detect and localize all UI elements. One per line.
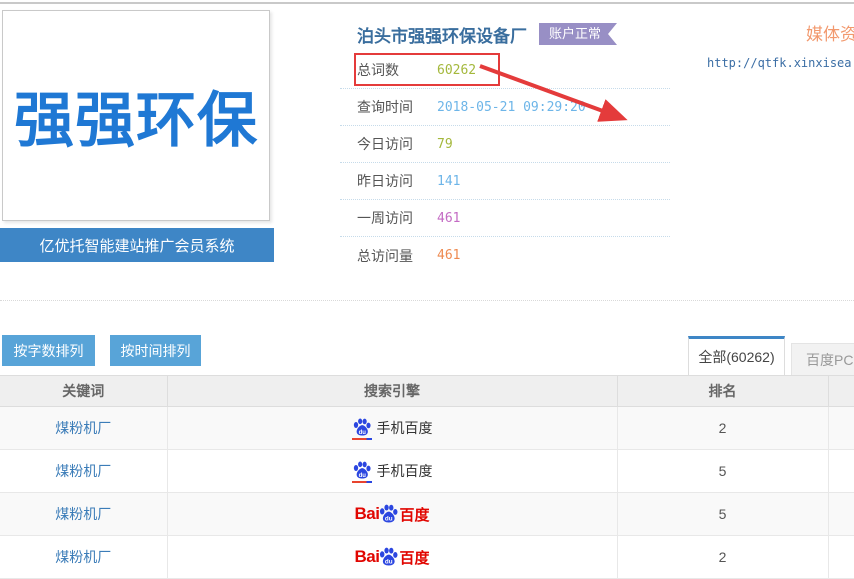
account-stats: 总词数60262查询时间2018-05-21 09:29:20今日访问79昨日访… <box>340 52 670 274</box>
engine-tabs: 全部(60262)百度PC(30 <box>688 336 854 375</box>
stat-value: 2018-05-21 09:29:20 <box>437 100 586 115</box>
account-status-badge: 账户正常 <box>539 23 617 45</box>
stat-row-4: 一周访问461 <box>340 200 670 237</box>
system-banner: 亿优托智能建站推广会员系统 <box>0 228 274 262</box>
baidu-underline-icon <box>352 438 372 440</box>
engine-cell: Bai du 百度 <box>167 493 617 536</box>
rank-cell: 2 <box>617 536 828 579</box>
table-row: 煤粉机厂 Bai du 百度 5 <box>0 493 854 536</box>
engine-baidu-mobile: du 手机百度 <box>352 460 433 483</box>
baidu-mobile-icon: du <box>352 417 372 440</box>
baidu-latin-logo: Bai <box>355 504 380 524</box>
table-row: 煤粉机厂 du 手机百度 2 <box>0 407 854 450</box>
engine-label: 百度 <box>399 547 429 568</box>
sort-toolbar: 按字数排列 按时间排列 <box>2 335 201 366</box>
table-row: 煤粉机厂 du 手机百度 5 <box>0 450 854 493</box>
engine-label: 手机百度 <box>377 418 433 438</box>
stat-label: 一周访问 <box>357 208 437 228</box>
baidu-paw-icon: du <box>378 503 399 524</box>
keyword-link[interactable]: 煤粉机厂 <box>0 407 167 450</box>
extra-cell <box>828 493 854 536</box>
extra-cell <box>828 407 854 450</box>
engine-baidu-pc-logo: Bai du 百度 <box>355 546 430 569</box>
svg-text:du: du <box>385 558 393 565</box>
table-header-row: 关键词 搜索引擎 排名 <box>0 376 854 407</box>
keyword-link[interactable]: 煤粉机厂 <box>0 450 167 493</box>
engine-baidu-pc-logo: Bai du 百度 <box>355 503 430 526</box>
engine-label: 手机百度 <box>377 461 433 481</box>
rank-cell: 2 <box>617 407 828 450</box>
baidu-latin-logo: Bai <box>355 547 380 567</box>
member-system-page: 强强环保 亿优托智能建站推广会员系统 泊头市强强环保设备厂 账户正常 总词数60… <box>0 0 854 579</box>
stat-value: 141 <box>437 174 460 189</box>
stat-label: 总词数 <box>357 60 437 80</box>
engine-cell: du 手机百度 <box>167 450 617 493</box>
header-engine: 搜索引擎 <box>167 376 617 407</box>
header-rank: 排名 <box>617 376 828 407</box>
stat-label: 今日访问 <box>357 134 437 154</box>
engine-cell: du 手机百度 <box>167 407 617 450</box>
rank-cell: 5 <box>617 450 828 493</box>
stat-row-0: 总词数60262 <box>340 52 670 89</box>
svg-text:du: du <box>385 515 393 522</box>
extra-cell <box>828 450 854 493</box>
baidu-paw-icon: du <box>352 460 372 480</box>
tab-baidu-pc[interactable]: 百度PC(30 <box>791 343 854 375</box>
stat-row-2: 今日访问79 <box>340 126 670 163</box>
top-divider <box>0 2 854 4</box>
sort-by-time-button[interactable]: 按时间排列 <box>110 335 201 366</box>
svg-text:du: du <box>358 429 366 435</box>
baidu-paw-icon: du <box>378 546 399 567</box>
baidu-paw-icon: du <box>352 417 372 437</box>
keyword-rank-table: 关键词 搜索引擎 排名 煤粉机厂 du 手机百度 2 煤粉机厂 du <box>0 375 854 579</box>
engine-cell: Bai du 百度 <box>167 536 617 579</box>
stat-value: 79 <box>437 137 453 152</box>
baidu-mobile-icon: du <box>352 460 372 483</box>
stat-row-1: 查询时间2018-05-21 09:29:20 <box>340 89 670 126</box>
stat-row-3: 昨日访问141 <box>340 163 670 200</box>
keyword-link[interactable]: 煤粉机厂 <box>0 536 167 579</box>
rank-cell: 5 <box>617 493 828 536</box>
account-title-row: 泊头市强强环保设备厂 账户正常 <box>340 16 670 52</box>
stat-label: 查询时间 <box>357 97 437 117</box>
baidu-underline-icon <box>352 481 372 483</box>
stat-row-5: 总访问量461 <box>340 237 670 274</box>
stat-value: 60262 <box>437 63 476 78</box>
page-title: 泊头市强强环保设备厂 <box>357 22 527 47</box>
engine-baidu-mobile: du 手机百度 <box>352 417 433 440</box>
svg-text:du: du <box>358 472 366 478</box>
header-keyword: 关键词 <box>0 376 167 407</box>
account-panel: 泊头市强强环保设备厂 账户正常 总词数60262查询时间2018-05-21 0… <box>340 16 670 274</box>
engine-label: 百度 <box>399 504 429 525</box>
company-logo-box: 强强环保 <box>2 10 270 221</box>
table-row: 煤粉机厂 Bai du 百度 2 <box>0 536 854 579</box>
header-extra <box>828 376 854 407</box>
stat-label: 昨日访问 <box>357 171 437 191</box>
stat-value: 461 <box>437 211 460 226</box>
tab-all[interactable]: 全部(60262) <box>688 336 785 375</box>
company-logo-text: 强强环保 <box>14 72 258 159</box>
media-panel-title: 媒体资 <box>806 20 854 42</box>
section-divider <box>0 300 854 301</box>
keyword-link[interactable]: 煤粉机厂 <box>0 493 167 536</box>
site-url-link[interactable]: http://qtfk.xinxisea. <box>707 56 854 73</box>
stat-label: 总访问量 <box>357 246 437 266</box>
extra-cell <box>828 536 854 579</box>
stat-value: 461 <box>437 248 460 263</box>
sort-by-words-button[interactable]: 按字数排列 <box>2 335 95 366</box>
